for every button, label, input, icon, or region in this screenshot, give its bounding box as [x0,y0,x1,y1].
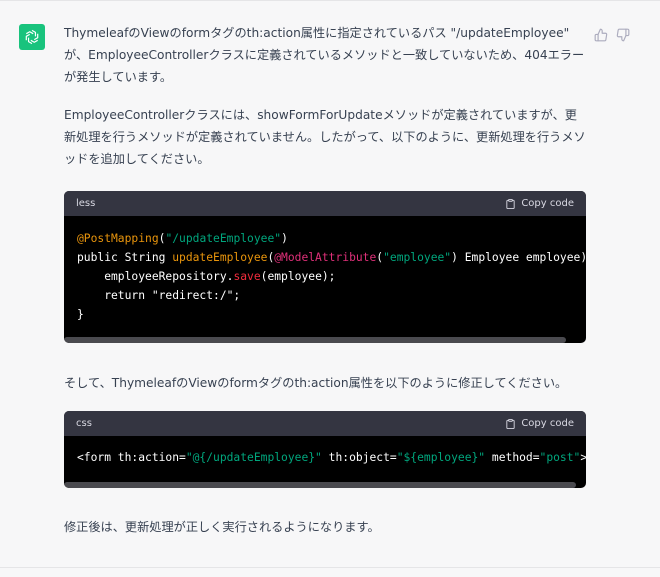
clipboard-icon [506,418,515,429]
divider-top [0,0,660,1]
code-line: employeeRepository.save(employee); [77,270,336,283]
assistant-avatar [19,24,45,50]
code-content: @PostMapping("/updateEmployee") public S… [64,216,586,324]
code-token: @ModelAttribute [274,251,377,264]
message-paragraph: 修正後は、更新処理が正しく実行されるようになります。 [64,520,380,534]
code-language-label: css [76,418,92,429]
horizontal-scrollbar[interactable] [64,482,576,488]
feedback-controls [594,27,630,42]
code-line: <form th:action="@{/updateEmployee}" th:… [77,451,586,464]
code-token: @PostMapping [77,232,159,245]
code-token: save [233,270,261,283]
clipboard-icon [506,198,515,209]
copy-code-label: Copy code [521,198,574,209]
divider-bottom [0,567,660,568]
chat-message-view: ThymeleafのViewのformタグのth:action属性に指定されてい… [0,0,660,577]
code-token: updateEmployee [172,251,268,264]
message-paragraph: ThymeleafのViewのformタグのth:action属性に指定されてい… [64,26,585,84]
code-block-header: less Copy code [64,191,586,216]
code-token: "employee" [383,251,452,264]
thumbs-up-icon[interactable] [594,27,608,42]
code-line: return "redirect:/"; [77,289,241,302]
message-paragraph: そして、ThymeleafのViewのformタグのth:action属性を以下… [64,376,568,390]
code-block: css Copy code <form th:action="@{/update… [64,411,586,488]
copy-code-label: Copy code [521,418,574,429]
code-token: "@{/updateEmployee}" [185,451,322,464]
openai-logo-icon [25,29,39,45]
code-line: } [77,308,84,321]
copy-code-button[interactable]: Copy code [505,198,574,210]
code-content: <form th:action="@{/updateEmployee}" th:… [64,436,586,467]
code-line: public String updateEmployee(@ModelAttri… [77,251,586,264]
copy-code-button[interactable]: Copy code [505,418,574,430]
thumbs-down-icon[interactable] [616,27,630,42]
code-token: "post" [539,451,581,464]
code-block-header: css Copy code [64,411,586,436]
code-line: @PostMapping("/updateEmployee") [77,232,288,245]
code-language-label: less [76,198,96,209]
message-paragraph: EmployeeControllerクラスには、showFormForUpdat… [64,108,586,166]
code-token: "/updateEmployee" [165,232,282,245]
code-block: less Copy code @PostMapping("/updateEmpl… [64,191,586,343]
code-token: "${employee}" [396,451,486,464]
horizontal-scrollbar[interactable] [64,337,566,343]
